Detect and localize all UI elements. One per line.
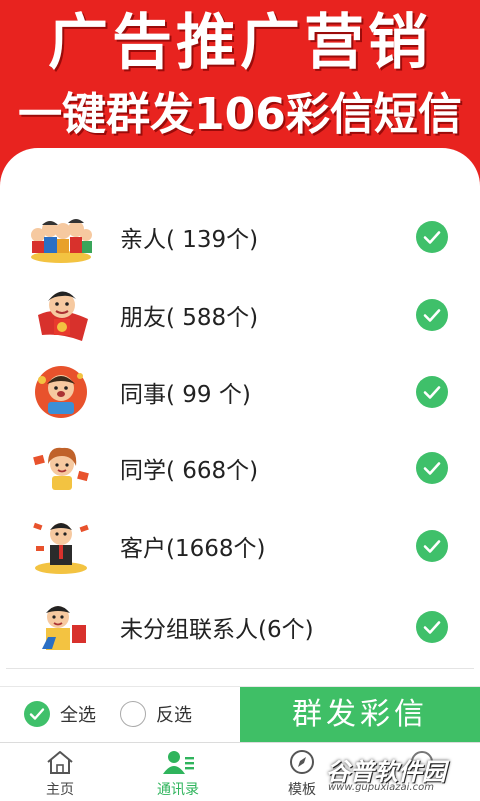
select-all-label: 全选 [60, 705, 96, 726]
group-row-classmates[interactable]: 同学( 668个) [6, 430, 474, 507]
group-label: 同学( 668个) [120, 458, 259, 484]
checkmark-icon[interactable] [416, 611, 448, 643]
contacts-icon [163, 751, 194, 774]
group-label: 客户(1668个) [120, 536, 266, 562]
banner-headline: 广告推广营销 [48, 8, 432, 78]
checkmark-icon[interactable] [416, 530, 448, 562]
group-row-customers[interactable]: 客户(1668个) [6, 506, 474, 587]
group-label: 未分组联系人(6个) [120, 617, 314, 643]
group-label: 同事( 99 个) [120, 382, 251, 408]
family-group-icon [28, 207, 94, 267]
checkmark-icon[interactable] [416, 299, 448, 331]
checkmark-icon[interactable] [416, 452, 448, 484]
select-all-toggle[interactable]: 全选 [24, 701, 96, 727]
group-row-ungrouped[interactable]: 未分组联系人(6个) [6, 586, 474, 669]
group-row-friends[interactable]: 朋友( 588个) [6, 276, 474, 355]
tab-label: 通讯录 [157, 782, 199, 798]
invert-select-toggle[interactable]: 反选 [120, 701, 192, 727]
checkmark-icon[interactable] [416, 376, 448, 408]
checkmark-icon[interactable] [416, 221, 448, 253]
friend-superhero-icon [28, 285, 94, 345]
checked-circle-icon [24, 701, 50, 727]
tab-contacts[interactable]: 通讯录 [118, 743, 238, 801]
group-row-relatives[interactable]: 亲人( 139个) [6, 198, 474, 277]
watermark-url: www.gupuxiazai.com [328, 782, 434, 793]
tab-home[interactable]: 主页 [0, 743, 120, 801]
invert-select-label: 反选 [156, 705, 192, 726]
empty-circle-icon [120, 701, 146, 727]
classmate-icon [28, 438, 94, 498]
colleague-icon [28, 362, 94, 422]
group-label: 亲人( 139个) [120, 227, 259, 253]
promo-banner: 广告推广营销 一键群发106彩信短信 [0, 0, 480, 160]
home-icon [47, 751, 73, 774]
group-row-colleagues[interactable]: 同事( 99 个) [6, 354, 474, 431]
tab-label: 主页 [46, 782, 74, 798]
compass-icon [290, 750, 314, 774]
send-mms-button[interactable]: 群发彩信 [240, 687, 480, 743]
group-label: 朋友( 588个) [120, 305, 259, 331]
ungrouped-contact-icon [28, 597, 94, 657]
banner-subheadline: 一键群发106彩信短信 [18, 89, 462, 140]
site-watermark: 谷普软件园 www.gupuxiazai.com [326, 752, 476, 798]
selection-bar: 全选 反选 群发彩信 [0, 686, 480, 743]
customer-money-icon [28, 516, 94, 576]
